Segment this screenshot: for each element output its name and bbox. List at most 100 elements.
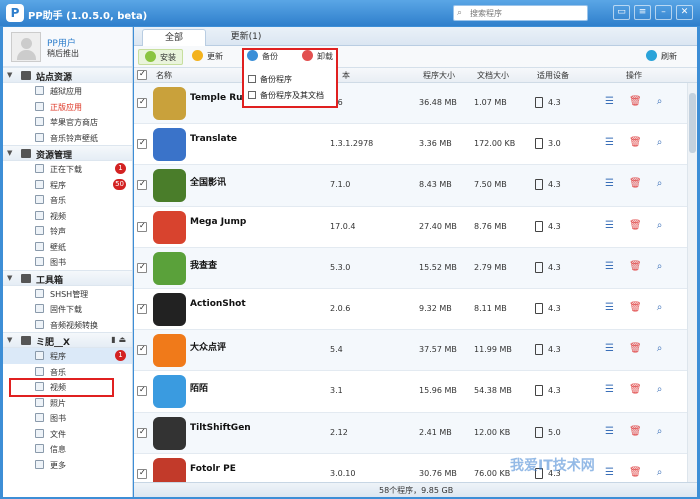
details-icon[interactable]: ☰	[604, 343, 615, 355]
table-row[interactable]: Mega Jump 17.0.4 27.40 MB 8.76 MB 4.3 ☰ 🗑 ⌕	[134, 207, 687, 248]
table-row[interactable]: Fotolr PE3.0.1030.76 MB76.00 KB4.3☰🗑⌕	[134, 454, 687, 483]
battery-eject-icon[interactable]: ▮ ⏏	[111, 335, 126, 344]
column-version[interactable]: 本	[342, 70, 350, 81]
details-icon[interactable]: ☰	[604, 261, 615, 273]
details-icon[interactable]: ☰	[604, 96, 615, 108]
menu-button-icon[interactable]: ≡	[634, 5, 651, 20]
menu-item-backup-programs-docs[interactable]: 备份程序及其文档	[248, 89, 324, 103]
details-icon[interactable]: ☰	[604, 220, 615, 232]
sidebar-item-app-store[interactable]: 苹果官方商店	[3, 114, 132, 130]
table-row[interactable]: Translate 1.3.1.2978 3.36 MB 172.00 KB 3.0 ☰ 🗑…	[134, 124, 687, 166]
section-device[interactable]: ▼ ミ肥__X ▮ ⏏	[3, 332, 132, 348]
row-checkbox[interactable]	[137, 97, 147, 108]
sidebar-item-firmware[interactable]: 固件下载	[3, 301, 132, 317]
sidebar-item-device-books[interactable]: 图书	[3, 410, 132, 426]
details-icon[interactable]: ☰	[604, 384, 615, 396]
details-icon[interactable]: ☰	[604, 178, 615, 190]
section-site-resources[interactable]: ▼ 站点资源	[3, 67, 132, 83]
search-icon[interactable]: ⌕	[654, 343, 665, 355]
refresh-button[interactable]: 刷新	[646, 49, 677, 65]
search-icon[interactable]: ⌕	[654, 178, 665, 190]
table-row[interactable]: 陌陌 3.1 15.96 MB 54.38 MB 4.3 ☰ 🗑 ⌕	[134, 371, 687, 413]
scroll-thumb[interactable]	[689, 93, 696, 153]
search-icon[interactable]: ⌕	[654, 302, 665, 314]
tab-all[interactable]: 全部	[142, 29, 206, 46]
trash-icon[interactable]: 🗑	[629, 220, 642, 232]
sidebar-item-books[interactable]: 图书	[3, 254, 132, 270]
sidebar-item-jailbreak-apps[interactable]: 越狱应用	[3, 83, 132, 99]
search-icon[interactable]: ⌕	[654, 96, 665, 108]
trash-icon[interactable]: 🗑	[629, 467, 642, 479]
sidebar-item-device-more[interactable]: 更多	[3, 457, 132, 473]
sidebar-item-downloading[interactable]: 正在下载 1	[3, 161, 132, 177]
row-checkbox[interactable]	[137, 427, 147, 438]
row-checkbox[interactable]	[137, 303, 147, 314]
sidebar-item-video[interactable]: 视频	[3, 208, 132, 224]
section-toolbox[interactable]: ▼ 工具箱	[3, 269, 132, 286]
search-icon[interactable]: ⌕	[654, 426, 665, 438]
table-row[interactable]: Temple Run1.636.48 MB1.07 MB4.3☰🗑⌕	[134, 83, 687, 125]
table-row[interactable]: 我查查 5.3.0 15.52 MB 2.79 MB 4.3 ☰ 🗑 ⌕	[134, 247, 687, 289]
search-icon[interactable]: ⌕	[654, 220, 665, 232]
trash-icon[interactable]: 🗑	[629, 261, 642, 273]
trash-icon[interactable]: 🗑	[629, 302, 642, 314]
search-icon[interactable]: ⌕	[654, 384, 665, 396]
trash-icon[interactable]: 🗑	[629, 137, 642, 149]
row-checkbox[interactable]	[137, 262, 147, 273]
trash-icon[interactable]: 🗑	[629, 96, 642, 108]
sidebar-item-device-programs[interactable]: 程序 1	[3, 348, 132, 364]
search-box[interactable]: ⌕	[453, 5, 588, 21]
minimize-button-icon[interactable]: –	[655, 5, 672, 20]
sidebar-item-device-files[interactable]: 文件	[3, 426, 132, 442]
sidebar-item-genuine-apps[interactable]: 正版应用	[3, 99, 132, 115]
sidebar-item-ringtones[interactable]: 铃声	[3, 223, 132, 239]
column-device[interactable]: 适用设备	[537, 70, 569, 81]
table-row[interactable]: 大众点评 5.4 37.57 MB 11.99 MB 4.3 ☰ 🗑 ⌕	[134, 330, 687, 372]
sidebar-item-device-music[interactable]: 音乐	[3, 364, 132, 380]
row-checkbox[interactable]	[137, 138, 147, 150]
close-button-icon[interactable]: ✕	[676, 5, 693, 20]
tab-updates[interactable]: 更新(1)	[214, 29, 278, 46]
section-resource-management[interactable]: ▼ 资源管理	[3, 145, 132, 161]
scrollbar[interactable]	[687, 83, 697, 483]
trash-icon[interactable]: 🗑	[629, 426, 642, 438]
avatar[interactable]	[11, 32, 41, 62]
search-input[interactable]	[470, 7, 585, 19]
row-checkbox[interactable]	[137, 344, 147, 356]
row-checkbox[interactable]	[137, 385, 147, 397]
row-checkbox[interactable]	[137, 221, 147, 232]
details-icon[interactable]: ☰	[604, 467, 615, 479]
details-icon[interactable]: ☰	[604, 302, 615, 314]
logout-link[interactable]: 稍后推出	[47, 48, 79, 59]
sidebar-item-music[interactable]: 音乐	[3, 192, 132, 208]
search-icon[interactable]: ⌕	[654, 137, 665, 149]
column-name[interactable]: 名称	[156, 70, 172, 81]
column-app-size[interactable]: 程序大小	[423, 70, 455, 81]
row-checkbox[interactable]	[137, 179, 147, 191]
install-button[interactable]: 安装	[138, 49, 183, 65]
column-doc-size[interactable]: 文档大小	[477, 70, 509, 81]
details-icon[interactable]: ☰	[604, 137, 615, 149]
sidebar-item-converter[interactable]: 音频视频转换	[3, 317, 132, 333]
search-icon[interactable]: ⌕	[654, 261, 665, 273]
sidebar-item-music-ringtones[interactable]: 音乐铃声壁纸	[3, 130, 132, 146]
backup-button[interactable]: 备份	[247, 49, 278, 65]
select-all-checkbox[interactable]	[137, 69, 147, 80]
menu-item-backup-programs[interactable]: 备份程序	[248, 73, 292, 87]
trash-icon[interactable]: 🗑	[629, 178, 642, 190]
details-icon[interactable]: ☰	[604, 426, 615, 438]
table-row[interactable]: 全国影讯 7.1.0 8.43 MB 7.50 MB 4.3 ☰ 🗑 ⌕	[134, 165, 687, 207]
uninstall-button[interactable]: 卸载	[302, 49, 333, 65]
trash-icon[interactable]: 🗑	[629, 384, 642, 396]
update-button[interactable]: 更新	[192, 49, 223, 65]
skin-button-icon[interactable]: ▭	[613, 5, 630, 20]
sidebar-item-device-messages[interactable]: 信息	[3, 441, 132, 457]
row-checkbox[interactable]	[137, 468, 147, 479]
table-row[interactable]: TiltShiftGen 2.12 2.41 MB 12.00 KB 5.0 ☰ 🗑 ⌕	[134, 412, 687, 454]
table-row[interactable]: ActionShot 2.0.6 9.32 MB 8.11 MB 4.3 ☰ 🗑 ⌕	[134, 289, 687, 331]
search-icon[interactable]: ⌕	[654, 467, 665, 479]
trash-icon[interactable]: 🗑	[629, 343, 642, 355]
sidebar-item-shsh[interactable]: SHSH管理	[3, 286, 132, 302]
sidebar-item-programs[interactable]: 程序 50	[3, 177, 132, 193]
sidebar-item-wallpaper[interactable]: 壁纸	[3, 239, 132, 255]
